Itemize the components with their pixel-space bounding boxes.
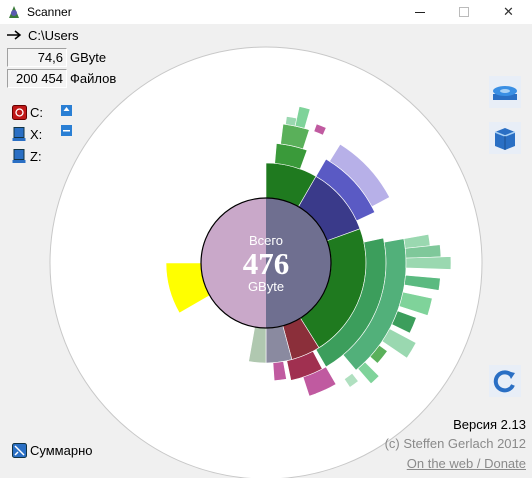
summary-label: Суммарно — [30, 442, 93, 458]
box-icon — [494, 128, 516, 150]
drive-blue-icon — [12, 126, 26, 141]
scan-disk-button[interactable] — [489, 76, 521, 108]
refresh-button[interactable] — [489, 365, 521, 397]
drive-z[interactable]: Z: — [12, 148, 42, 164]
drive-c[interactable]: C: — [12, 104, 43, 120]
center-value: 476 — [243, 246, 290, 281]
path-text: C:\Users — [28, 27, 79, 43]
sunburst-segment[interactable] — [285, 116, 298, 127]
files-value-box: 200 454 — [7, 69, 67, 88]
arrow-right-icon — [7, 30, 22, 40]
center-label-bottom: GByte — [248, 279, 284, 294]
drive-blue-icon — [12, 148, 26, 163]
drive-x-label: X: — [30, 126, 43, 142]
minus-icon[interactable] — [61, 125, 72, 136]
drive-red-icon — [12, 104, 27, 120]
drive-z-label: Z: — [30, 148, 42, 164]
web-donate-link[interactable]: On the web / Donate — [407, 456, 526, 471]
current-path[interactable]: C:\Users — [6, 27, 79, 43]
arrow-up-icon[interactable] — [61, 105, 72, 116]
summary-toggle[interactable]: Суммарно — [12, 441, 93, 459]
sunburst-segment[interactable] — [405, 256, 452, 270]
copyright-text: (c) Steffen Gerlach 2012 — [384, 436, 526, 451]
drive-x[interactable]: X: — [12, 126, 42, 142]
files-label: Файлов — [70, 71, 117, 86]
export-button[interactable] — [489, 122, 521, 154]
size-unit-label: GByte — [70, 50, 107, 65]
summary-icon — [12, 442, 27, 458]
disk-icon — [493, 86, 517, 100]
drive-c-label: C: — [30, 104, 43, 120]
size-value-box: 74,6 — [7, 48, 67, 67]
version-text: Версия 2.13 — [453, 417, 526, 432]
